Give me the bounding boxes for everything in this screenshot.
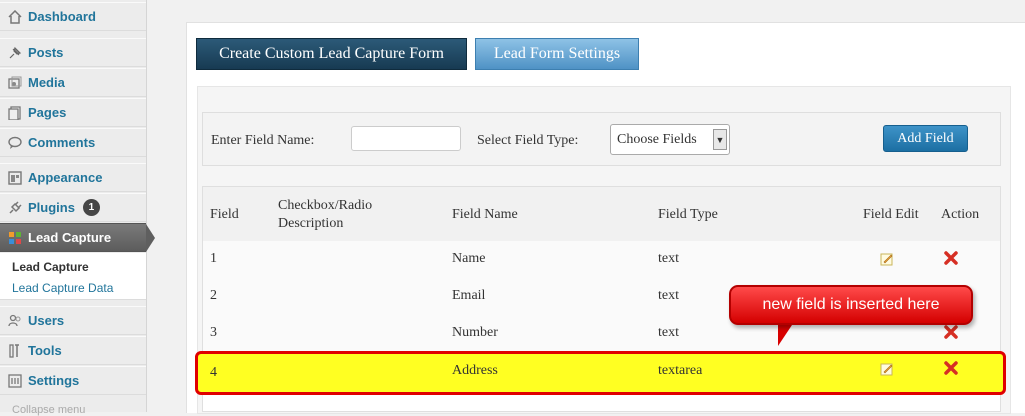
submenu-item-lead-capture[interactable]: Lead Capture [12,260,89,274]
sidebar-item-media[interactable]: Media [0,68,146,97]
sidebar-item-lead-capture[interactable]: Lead Capture [0,223,155,252]
users-icon [7,313,23,329]
posts-pin-icon [7,45,23,61]
edit-pencil-icon[interactable] [880,362,894,376]
sidebar-item-label: Users [28,313,65,328]
sidebar-item-plugins[interactable]: Plugins 1 [0,193,146,222]
sidebar-item-pages[interactable]: Pages [0,98,146,127]
sidebar-item-dashboard[interactable]: Dashboard [0,2,146,31]
cell-field-type: text [658,288,679,303]
edit-pencil-icon[interactable] [880,252,894,266]
sidebar-item-label: Tools [28,343,62,358]
callout-pointer [778,322,794,346]
chevron-down-icon: ▼ [713,129,727,150]
cell-field: 4 [210,365,217,380]
submenu-item-lead-capture-data[interactable]: Lead Capture Data [12,281,113,295]
lead-capture-submenu: Lead Capture Lead Capture Data [0,253,146,300]
cell-field-name: Address [452,363,498,378]
delete-x-icon[interactable] [943,250,959,266]
lead-capture-icon [7,230,23,246]
cell-field-type: text [658,251,679,266]
table-row: 1 Name text [203,241,1000,279]
delete-x-icon[interactable] [943,360,959,376]
plugins-icon [7,200,23,216]
pages-icon [7,105,23,121]
cell-field: 3 [210,325,217,340]
field-name-label: Enter Field Name: [211,133,315,148]
header-field-type: Field Type [658,207,718,222]
sidebar-item-tools[interactable]: Tools [0,336,146,365]
active-menu-arrow [146,224,155,252]
sidebar-item-label: Posts [28,45,64,60]
sidebar-item-label: Media [28,75,65,90]
create-custom-form-button[interactable]: Create Custom Lead Capture Form [196,38,467,70]
lead-form-settings-button[interactable]: Lead Form Settings [475,38,639,70]
settings-icon [7,373,23,389]
plugins-update-badge: 1 [82,199,100,216]
table-header: Field Checkbox/Radio Description Field N… [203,187,1000,242]
header-description: Checkbox/Radio Description [278,198,373,231]
sidebar-item-users[interactable]: Users [0,306,146,335]
header-field-name: Field Name [452,207,518,222]
admin-sidebar: Dashboard Posts Media Pages Comments App… [0,0,155,416]
sidebar-item-label: Comments [28,135,96,150]
cell-field-name: Name [452,251,486,266]
field-type-selected-value: Choose Fields [617,131,697,147]
sidebar-item-appearance[interactable]: Appearance [0,163,146,192]
tools-icon [7,343,23,359]
cell-field: 1 [210,251,217,266]
cell-field-type: text [658,325,679,340]
field-type-label: Select Field Type: [477,133,579,148]
add-field-button[interactable]: Add Field [883,125,968,152]
header-action: Action [941,207,980,222]
sidebar-item-label: Settings [28,373,80,388]
header-field: Field [210,207,239,222]
sidebar-item-label: Dashboard [28,9,96,24]
sidebar-item-settings[interactable]: Settings [0,366,146,395]
cell-field: 2 [210,288,217,303]
cell-field-type: textarea [658,363,703,378]
media-icon [7,75,23,91]
header-field-edit: Field Edit [863,207,919,222]
sidebar-item-label: Pages [28,105,67,120]
sidebar-item-label: Plugins [28,200,75,215]
sidebar-item-label: Appearance [28,170,103,185]
add-field-form: Enter Field Name: Select Field Type: Cho… [202,112,1001,166]
cell-field-name: Email [452,288,486,303]
sidebar-item-label: Lead Capture [28,230,112,245]
dashboard-icon [7,9,23,25]
appearance-icon [7,170,23,186]
sidebar-item-comments[interactable]: Comments [0,128,146,157]
new-row-highlight: 4 Address textarea [195,351,1006,395]
cell-field-name: Number [452,325,498,340]
field-name-input[interactable] [351,126,461,151]
collapse-menu-link[interactable]: Collapse menu [12,404,85,416]
annotation-callout: new field is inserted here [729,285,973,325]
delete-x-icon[interactable] [943,324,959,340]
sidebar-item-posts[interactable]: Posts [0,38,146,67]
comments-icon [7,135,23,151]
field-type-select[interactable]: Choose Fields ▼ [610,124,730,155]
